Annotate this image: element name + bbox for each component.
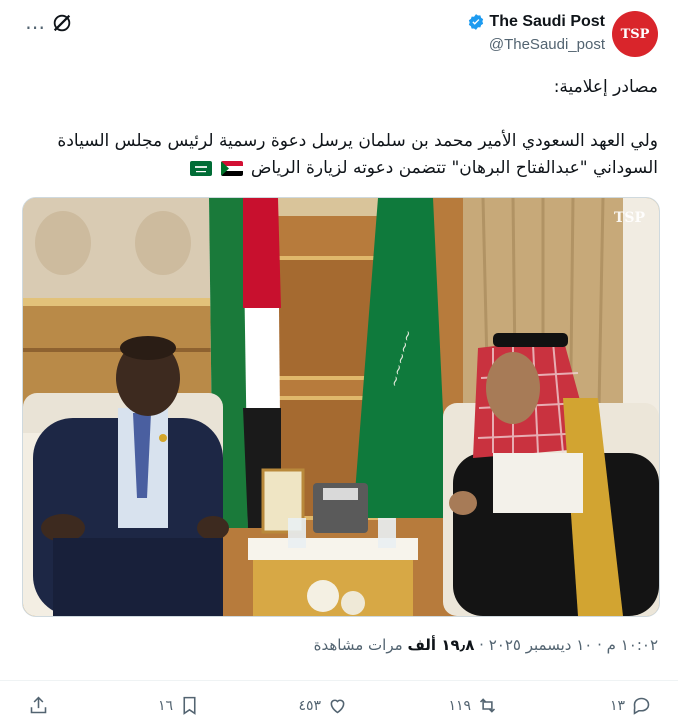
repost-button[interactable]: ١١٩ (448, 695, 498, 716)
sudan-flag-icon (221, 160, 244, 176)
heart-icon (330, 699, 345, 714)
repost-count: ١١٩ (448, 697, 471, 714)
avatar-logo-text: TSP (620, 26, 650, 42)
author-names: The Saudi Post @TheSaudi_post (467, 13, 605, 53)
reply-button[interactable]: ١٣ (610, 695, 652, 716)
tweet-time[interactable]: ١٠:٠٢ م (607, 636, 658, 654)
repost-icon (479, 698, 496, 713)
bookmark-icon (183, 696, 196, 715)
bookmark-button[interactable]: ١٦ (158, 695, 200, 716)
bookmark-count: ١٦ (157, 697, 173, 714)
views-label: مرات مشاهدة (313, 636, 403, 654)
tweet-text-source: مصادر إعلامية: (553, 77, 658, 97)
tweet-card: TSP The Saudi Post @TheSaudi_post ⋯ مصاد… (0, 0, 678, 724)
display-name-row: The Saudi Post (467, 13, 605, 31)
author-display-name[interactable]: The Saudi Post (489, 13, 605, 31)
meta-dot: · (592, 636, 602, 654)
tweet-text-main: ولي العهد السعودي الأمير محمد بن سلمان ي… (28, 128, 658, 182)
photo-watermark: TSP (613, 210, 645, 226)
share-icon (30, 696, 47, 714)
author-handle[interactable]: @TheSaudi_post (467, 36, 605, 53)
reply-icon (633, 697, 650, 715)
verified-badge-icon (469, 14, 484, 30)
photo-illustration: ~~~~~ (23, 198, 659, 616)
like-button[interactable]: ٤٥٣ (298, 695, 348, 716)
meta-dot: · (474, 636, 484, 654)
grok-icon[interactable] (51, 12, 73, 34)
saudi-flag-icon (190, 160, 212, 176)
like-count: ٤٥٣ (298, 697, 321, 714)
reply-count: ١٣ (609, 697, 625, 714)
tweet-main-text: ولي العهد السعودي الأمير محمد بن سلمان ي… (57, 131, 658, 178)
more-options-icon[interactable]: ⋯ (25, 15, 46, 39)
views-count: ١٩٫٨ ألف (407, 636, 475, 654)
tweet-date[interactable]: ١٠ ديسمبر ٢٠٢٥ (489, 636, 593, 654)
action-bar: ١٣ ١١٩ ٤٥٣ ١٦ (0, 680, 678, 725)
tweet-meta: ١٠:٠٢ م · ١٠ ديسمبر ٢٠٢٥ · ١٩٫٨ ألف مرات… (314, 636, 658, 654)
share-button[interactable] (28, 695, 49, 716)
tweet-header: TSP The Saudi Post @TheSaudi_post ⋯ (0, 0, 678, 70)
author-avatar[interactable]: TSP (612, 11, 658, 57)
tweet-photo[interactable]: ~~~~~ TSP (22, 197, 660, 617)
